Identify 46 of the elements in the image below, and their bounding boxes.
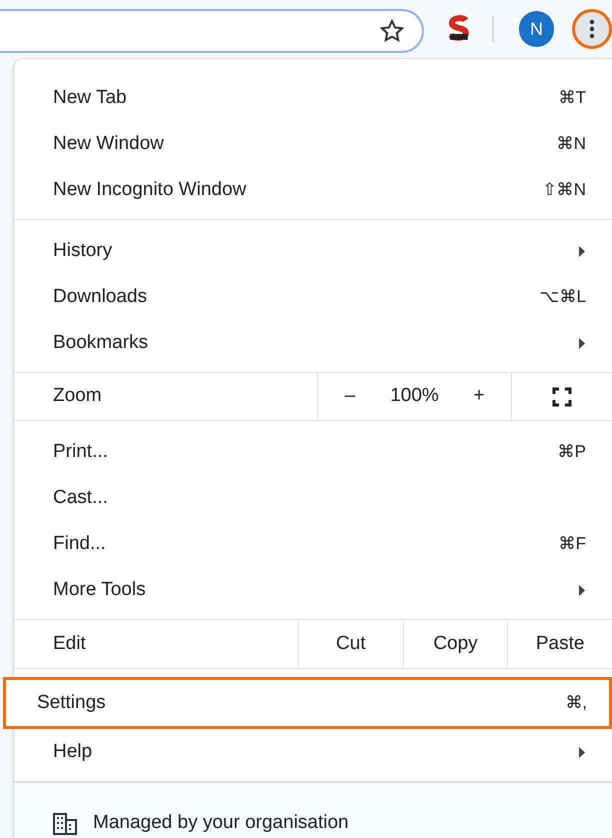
building-icon xyxy=(53,812,77,834)
menu-item-label: Help xyxy=(53,740,94,764)
menu-item[interactable]: Cast... xyxy=(14,475,612,521)
menu-item-label: New Window xyxy=(53,132,165,156)
shortcut-label: ⌘, xyxy=(565,692,587,714)
menu-item[interactable]: Downloads ⌥⌘L xyxy=(14,274,612,320)
fullscreen-icon[interactable] xyxy=(552,386,572,406)
menu-item[interactable]: New Tab ⌘T xyxy=(14,75,612,121)
zoom-label: Zoom xyxy=(52,384,103,408)
shortcut-label: ⌥⌘L xyxy=(540,286,586,308)
menu-item-label: History xyxy=(53,238,114,263)
menu-item-label: New Incognito Window xyxy=(53,178,248,202)
zoom-out-button[interactable]: – xyxy=(340,382,360,411)
menu-item[interactable]: Bookmarks xyxy=(14,320,612,366)
menu-item[interactable]: More Tools xyxy=(14,567,612,613)
profile-avatar[interactable]: N xyxy=(518,11,554,47)
shortcut-label: ⌘T xyxy=(558,87,586,110)
zoom-value: 100% xyxy=(389,384,440,408)
shortcut-label: ⌘N xyxy=(556,133,586,156)
menu-item[interactable]: Print... ⌘P xyxy=(14,429,612,475)
menu-item[interactable]: Settings ⌘, xyxy=(3,677,612,729)
menu-item-label: Cast... xyxy=(53,486,109,510)
shortcut-label: ⌘P xyxy=(558,441,586,464)
edit-button[interactable]: Paste xyxy=(507,621,612,668)
menu-button[interactable] xyxy=(572,9,612,49)
menu-item-label: Settings xyxy=(37,690,107,715)
edit-button[interactable]: Copy xyxy=(402,621,508,668)
edit-label: Edit xyxy=(52,632,87,656)
menu-item-label: More Tools xyxy=(53,578,147,602)
menu-item[interactable]: Find... ⌘F xyxy=(14,521,612,567)
menu-item-label: Downloads xyxy=(53,284,148,309)
menu-item-label: Print... xyxy=(53,440,109,464)
menu-item-label: Find... xyxy=(53,532,107,556)
menu-item[interactable]: New Window ⌘N xyxy=(14,121,612,167)
more-icon xyxy=(589,19,596,39)
menu-item[interactable]: History xyxy=(14,228,612,274)
shortcut-label: ⇧⌘N xyxy=(542,179,586,202)
zoom-in-button[interactable]: + xyxy=(469,382,489,411)
managed-label: Managed by your organisation xyxy=(93,811,349,836)
edit-button[interactable]: Cut xyxy=(298,621,403,668)
menu-item-label: Bookmarks xyxy=(53,330,150,355)
shortcut-label: ⌘F xyxy=(558,533,586,556)
star-icon[interactable] xyxy=(380,19,404,43)
menu-item-label: New Tab xyxy=(53,86,128,110)
menu-item[interactable]: Help xyxy=(14,729,612,775)
menu-item[interactable]: New Incognito Window ⇧⌘N xyxy=(14,167,612,213)
